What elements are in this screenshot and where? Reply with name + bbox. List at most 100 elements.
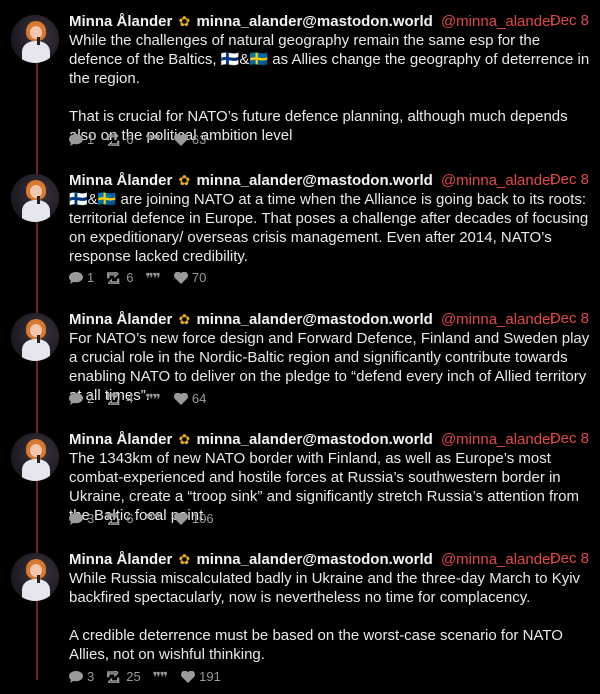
sunflower-icon: ✿: [178, 311, 191, 327]
quote-icon[interactable]: ❞❞: [153, 669, 168, 685]
quote-icon[interactable]: ❞❞: [145, 270, 160, 286]
like-count: 64: [191, 391, 207, 406]
post-actions: 3 6 ❞❞ 106: [69, 511, 226, 527]
post-body: While the challenges of natural geograph…: [69, 31, 591, 145]
post: Minna Ålander ✿ minna_alander@mastodon.w…: [0, 429, 600, 529]
avatar[interactable]: [11, 553, 59, 601]
boost-count: 4: [126, 391, 134, 406]
post-actions: 3 25 ❞❞ 191: [69, 669, 233, 685]
reply-icon: [69, 272, 83, 284]
post-date[interactable]: Dec 8: [550, 309, 589, 329]
heart-icon: [181, 671, 196, 683]
sunflower-icon: ✿: [178, 172, 191, 188]
post-actions: 1 6 ❞❞ 63: [69, 132, 218, 148]
sunflower-icon: ✿: [178, 431, 191, 447]
reply-button[interactable]: 3: [69, 669, 94, 685]
author-name[interactable]: Minna Ålander: [69, 431, 172, 448]
avatar[interactable]: [11, 433, 59, 481]
reply-count: 3: [87, 669, 95, 684]
post-body: 🇫🇮&🇸🇪 are joining NATO at a time when th…: [69, 190, 591, 266]
author-name[interactable]: Minna Ålander: [69, 172, 172, 189]
post-header: Minna Ålander ✿ minna_alander@mastodon.w…: [69, 309, 555, 329]
reply-count: 2: [87, 391, 95, 406]
post-actions: 1 6 ❞❞ 70: [69, 270, 218, 286]
post: Minna Ålander ✿ minna_alander@mastodon.w…: [0, 549, 600, 689]
like-count: 106: [191, 511, 214, 526]
post-date[interactable]: Dec 8: [550, 11, 589, 31]
author-handle[interactable]: minna_alander@mastodon.world: [196, 311, 432, 328]
post-header: Minna Ålander ✿ minna_alander@mastodon.w…: [69, 11, 555, 31]
reply-icon: [69, 134, 83, 146]
post-paragraph: 🇫🇮&🇸🇪 are joining NATO at a time when th…: [69, 191, 589, 265]
author-at-handle[interactable]: @minna_alander: [441, 431, 555, 448]
boost-button[interactable]: 6: [106, 511, 133, 527]
avatar[interactable]: [11, 313, 59, 361]
reply-button[interactable]: 2: [69, 391, 94, 407]
sunflower-icon: ✿: [178, 551, 191, 567]
boost-count: 6: [126, 132, 134, 147]
post-paragraph: While Russia miscalculated badly in Ukra…: [69, 570, 581, 606]
boost-icon: [107, 513, 120, 525]
avatar[interactable]: [11, 174, 59, 222]
post-header: Minna Ålander ✿ minna_alander@mastodon.w…: [69, 549, 555, 569]
like-count: 70: [191, 270, 207, 285]
like-button[interactable]: 191: [181, 669, 221, 685]
author-handle[interactable]: minna_alander@mastodon.world: [196, 13, 432, 30]
boost-icon: [107, 393, 120, 405]
reply-button[interactable]: 3: [69, 511, 94, 527]
post-body: While Russia miscalculated badly in Ukra…: [69, 569, 591, 664]
boost-count: 6: [126, 270, 134, 285]
boost-button[interactable]: 4: [106, 391, 133, 407]
like-count: 191: [199, 669, 221, 684]
post: Minna Ålander ✿ minna_alander@mastodon.w…: [0, 309, 600, 409]
like-button[interactable]: 70: [173, 270, 207, 286]
author-at-handle[interactable]: @minna_alander: [441, 172, 555, 189]
author-at-handle[interactable]: @minna_alander: [441, 551, 555, 568]
sunflower-icon: ✿: [178, 13, 191, 29]
heart-icon: [173, 393, 188, 405]
heart-icon: [173, 134, 188, 146]
quote-icon[interactable]: ❞❞: [145, 511, 160, 527]
reply-count: 1: [87, 132, 95, 147]
boost-button[interactable]: 6: [106, 270, 133, 286]
quote-icon[interactable]: ❞❞: [145, 132, 160, 148]
reply-count: 3: [87, 511, 95, 526]
post-actions: 2 4 ❞❞ 64: [69, 391, 218, 407]
boost-icon: [107, 134, 120, 146]
reply-icon: [69, 671, 83, 683]
author-handle[interactable]: minna_alander@mastodon.world: [196, 431, 432, 448]
like-button[interactable]: 106: [173, 511, 214, 527]
author-name[interactable]: Minna Ålander: [69, 311, 172, 328]
reply-button[interactable]: 1: [69, 132, 94, 148]
post: Minna Ålander ✿ minna_alander@mastodon.w…: [0, 11, 600, 151]
author-handle[interactable]: minna_alander@mastodon.world: [196, 172, 432, 189]
heart-icon: [173, 513, 188, 525]
boost-icon: [107, 272, 120, 284]
author-name[interactable]: Minna Ålander: [69, 13, 172, 30]
post-paragraph: A credible deterrence must be based on t…: [69, 627, 563, 663]
post-header: Minna Ålander ✿ minna_alander@mastodon.w…: [69, 170, 555, 190]
boost-icon: [107, 671, 120, 683]
reply-button[interactable]: 1: [69, 270, 94, 286]
avatar[interactable]: [11, 15, 59, 63]
reply-icon: [69, 513, 83, 525]
like-count: 63: [191, 132, 207, 147]
post: Minna Ålander ✿ minna_alander@mastodon.w…: [0, 170, 600, 290]
like-button[interactable]: 63: [173, 132, 207, 148]
author-handle[interactable]: minna_alander@mastodon.world: [196, 551, 432, 568]
post-date[interactable]: Dec 8: [550, 429, 589, 449]
boost-count: 25: [126, 669, 141, 684]
boost-count: 6: [126, 511, 134, 526]
heart-icon: [173, 272, 188, 284]
like-button[interactable]: 64: [173, 391, 207, 407]
author-name[interactable]: Minna Ålander: [69, 551, 172, 568]
boost-button[interactable]: 25: [106, 669, 141, 685]
quote-icon[interactable]: ❞❞: [145, 391, 160, 407]
reply-icon: [69, 393, 83, 405]
reply-count: 1: [87, 270, 95, 285]
post-date[interactable]: Dec 8: [550, 549, 589, 569]
post-date[interactable]: Dec 8: [550, 170, 589, 190]
boost-button[interactable]: 6: [106, 132, 133, 148]
author-at-handle[interactable]: @minna_alander: [441, 311, 555, 328]
author-at-handle[interactable]: @minna_alander: [441, 13, 555, 30]
